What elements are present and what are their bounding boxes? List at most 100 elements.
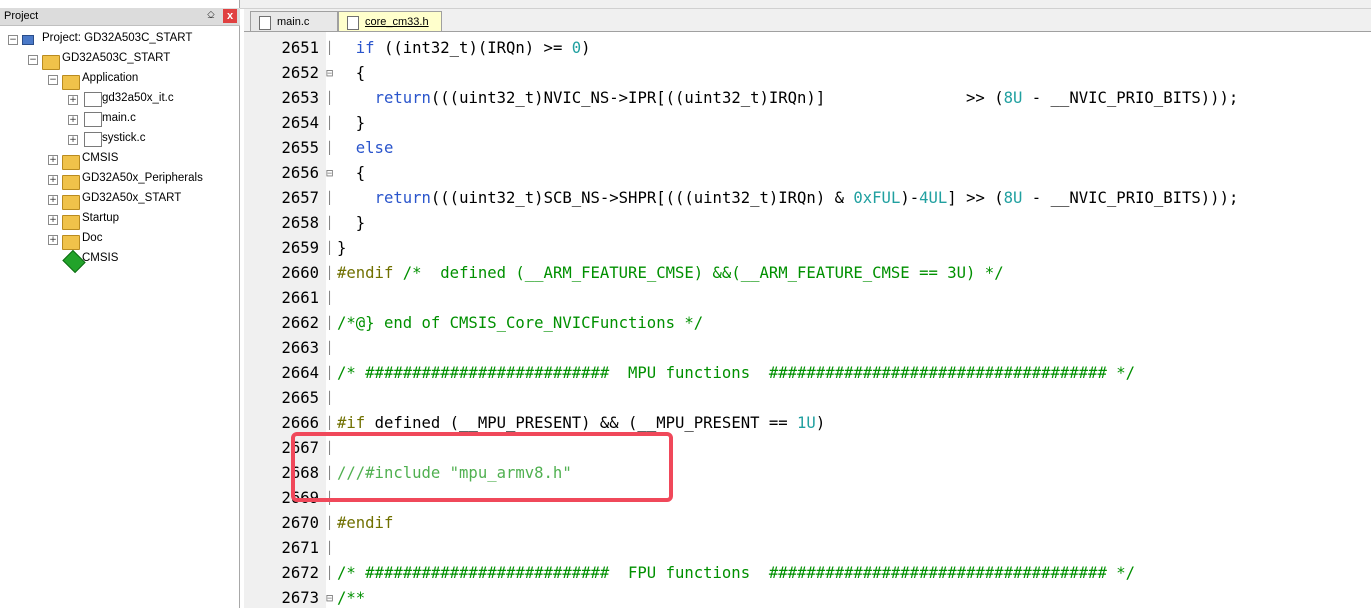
fold-line: │ [326, 516, 334, 530]
code-text: } [337, 239, 347, 257]
code-line[interactable]: 2663 │ [244, 336, 1371, 361]
pin-icon[interactable]: ⎐ [205, 9, 217, 23]
line-number: 2672 [281, 564, 319, 582]
code-line[interactable]: 2673 ⊟/** [244, 586, 1371, 608]
tree-item-label: GD32A50x_Peripherals [82, 172, 203, 184]
tab-core-cm33-h[interactable]: core_cm33.h [338, 11, 442, 31]
line-number: 2659 [281, 239, 319, 257]
folder-icon [62, 235, 80, 250]
code-line[interactable]: 2670 │ #endif [244, 511, 1371, 536]
code-line[interactable]: 2651 │ if ((int32_t)(IRQn) >= 0) [244, 36, 1371, 61]
collapse-icon[interactable]: − [28, 55, 38, 65]
tree-item-label: Startup [82, 212, 120, 224]
line-number: 2655 [281, 139, 319, 157]
fold-line: │ [326, 341, 334, 355]
tab-main-c[interactable]: main.c [250, 11, 338, 31]
code-line[interactable]: 2660 │ #endif /* defined (__ARM_FEATURE_CM… [244, 261, 1371, 286]
code-text: { [355, 64, 366, 82]
code-line[interactable]: 2654 │ } [244, 111, 1371, 136]
line-number: 2652 [281, 64, 319, 82]
tree-item-label: systick.c [102, 132, 146, 144]
fold-icon[interactable]: ⊟ [326, 161, 336, 186]
code-line[interactable]: 2664 │/* ########################## MPU f… [244, 361, 1371, 386]
line-number: 2664 [281, 364, 319, 382]
line-number: 2656 [281, 164, 319, 182]
tree-item-label: GD32A50x_START [82, 192, 182, 204]
tab-label: main.c [277, 16, 310, 28]
fold-line: │ [326, 141, 334, 155]
collapse-icon[interactable]: − [8, 35, 18, 45]
fold-line: │ [326, 541, 334, 555]
file-icon [259, 16, 271, 30]
expand-icon[interactable]: + [68, 95, 78, 105]
fold-line: │ [326, 566, 334, 580]
code-text: #endif /* defined (__ARM_FEATURE_CMSE) &… [337, 264, 1004, 282]
code-text: } [355, 114, 366, 132]
highlight-annotation-box [291, 432, 673, 502]
expand-icon[interactable]: + [48, 215, 58, 225]
line-number: 2673 [281, 589, 319, 607]
code-line[interactable]: 2655 │ else [244, 136, 1371, 161]
line-number: 2660 [281, 264, 319, 282]
expand-icon[interactable]: + [48, 175, 58, 185]
fold-line: │ [326, 266, 334, 280]
tree-item-label: Application [82, 72, 139, 84]
project-icon [22, 33, 38, 46]
file-icon [84, 112, 102, 127]
file-icon [347, 16, 359, 30]
line-number: 2665 [281, 389, 319, 407]
fold-line: │ [326, 366, 334, 380]
fold-line: │ [326, 91, 334, 105]
expand-icon[interactable]: + [68, 115, 78, 125]
code-line[interactable]: 2659 │} [244, 236, 1371, 261]
collapse-icon[interactable]: − [48, 75, 58, 85]
tree-item-label: CMSIS [82, 252, 119, 264]
code-text: /** [337, 589, 366, 607]
tree-item-label: Doc [82, 232, 103, 244]
code-text: else [355, 139, 394, 157]
tree-item-label: Project: GD32A503C_START [42, 32, 193, 44]
line-number: 2671 [281, 539, 319, 557]
fold-icon[interactable]: ⊟ [326, 586, 336, 608]
code-line[interactable]: 2661 │ [244, 286, 1371, 311]
line-number: 2658 [281, 214, 319, 232]
code-line[interactable]: 2656 ⊟ { [244, 161, 1371, 186]
code-text: { [355, 164, 366, 182]
target-icon [42, 55, 60, 70]
fold-icon[interactable]: ⊟ [326, 61, 336, 86]
expand-icon[interactable]: + [68, 135, 78, 145]
folder-icon [62, 175, 80, 190]
line-number: 2651 [281, 39, 319, 57]
tree-item-label: main.c [102, 112, 136, 124]
code-editor[interactable]: 2651 │ if ((int32_t)(IRQn) >= 0) 2652 ⊟ {26… [244, 32, 1371, 608]
expand-icon[interactable]: + [48, 195, 58, 205]
fold-line: │ [326, 316, 334, 330]
line-number: 2653 [281, 89, 319, 107]
fold-line: │ [326, 116, 334, 130]
fold-line: │ [326, 241, 334, 255]
code-line[interactable]: 2658 │ } [244, 211, 1371, 236]
line-number: 2670 [281, 514, 319, 532]
code-line[interactable]: 2653 │ return(((uint32_t)NVIC_NS->IPR[((u… [244, 86, 1371, 111]
code-line[interactable]: 2665 │ [244, 386, 1371, 411]
fold-line: │ [326, 41, 334, 55]
fold-line: │ [326, 391, 334, 405]
folder-icon [62, 195, 80, 210]
tree-item-label: CMSIS [82, 152, 119, 164]
code-line[interactable]: 2662 │/*@} end of CMSIS_Core_NVICFunction… [244, 311, 1371, 336]
tab-label: core_cm33.h [365, 16, 429, 28]
folder-icon [62, 155, 80, 170]
code-line[interactable]: 2657 │ return(((uint32_t)SCB_NS->SHPR[(((… [244, 186, 1371, 211]
fold-line: │ [326, 216, 334, 230]
close-icon[interactable]: x [223, 9, 237, 23]
expand-icon[interactable]: + [48, 235, 58, 245]
code-line[interactable]: 2672 │/* ########################## FPU f… [244, 561, 1371, 586]
folder-icon [62, 75, 80, 90]
line-number: 2663 [281, 339, 319, 357]
code-text: if ((int32_t)(IRQn) >= 0) [355, 39, 591, 57]
code-line[interactable]: 2671 │ [244, 536, 1371, 561]
file-icon [84, 132, 102, 147]
expand-icon[interactable]: + [48, 155, 58, 165]
code-line[interactable]: 2652 ⊟ { [244, 61, 1371, 86]
tree-item-label: gd32a50x_it.c [102, 92, 174, 104]
